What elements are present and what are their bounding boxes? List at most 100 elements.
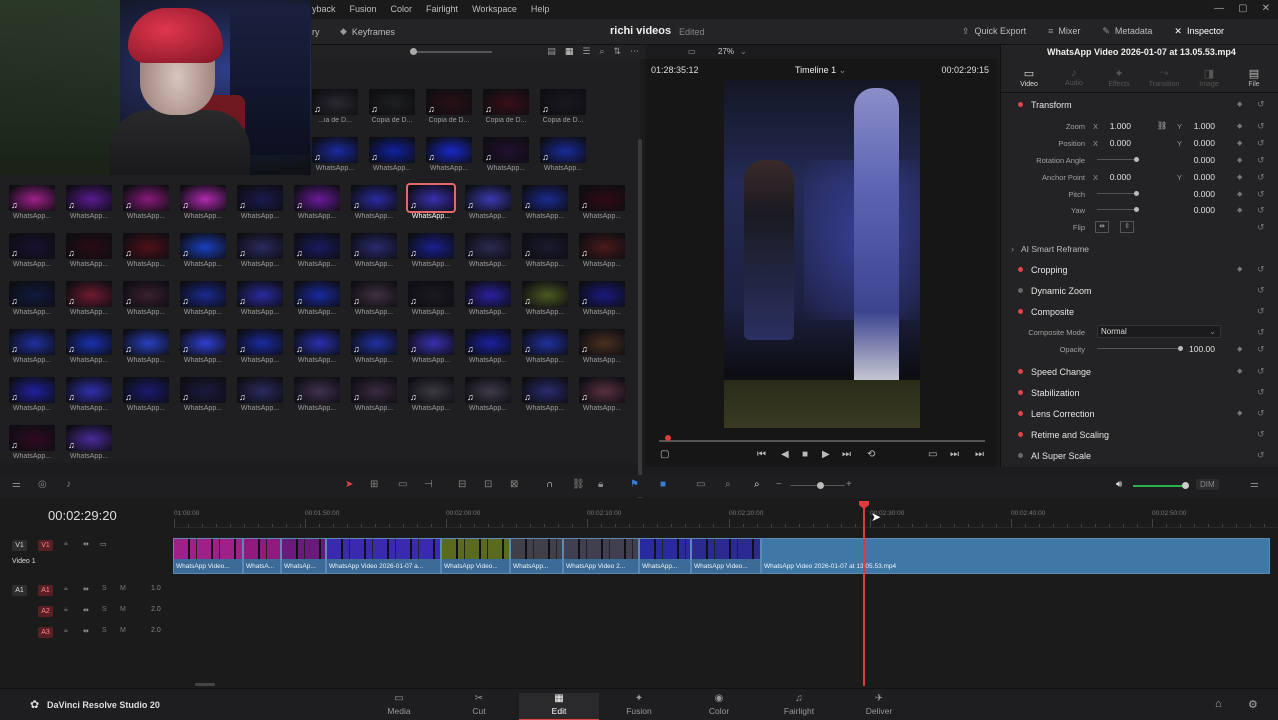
lock-icon[interactable]: 🔒︎ (64, 585, 68, 593)
auto-select-icon[interactable]: ⇹ (83, 540, 89, 548)
timeline-options-icon[interactable]: ⚌ (1250, 479, 1259, 490)
media-clip-thumbnail[interactable]: ♫ WhatsApp... (180, 281, 226, 318)
reset-icon[interactable]: ↺ (1257, 408, 1265, 419)
section-dynamic-zoom[interactable]: Dynamic Zoom ↺ (1001, 282, 1278, 302)
keyframe-icon[interactable]: ◆ (1237, 100, 1242, 108)
timeline-clip[interactable]: WhatsApp... (510, 538, 563, 574)
media-clip-thumbnail[interactable]: ♫ WhatsApp... (180, 185, 226, 222)
loop-icon[interactable]: ⟲ (867, 449, 875, 460)
media-clip-thumbnail[interactable]: ♫ WhatsApp... (465, 329, 511, 366)
reset-icon[interactable]: ↺ (1257, 155, 1265, 166)
media-clip-thumbnail[interactable]: ♫ WhatsApp... (66, 377, 112, 414)
page-tab-cut[interactable]: ✂ Cut (439, 693, 519, 716)
page-tab-media[interactable]: ▭ Media (359, 693, 439, 716)
media-clip-thumbnail[interactable]: ♫ WhatsApp... (66, 329, 112, 366)
keyframe-icon[interactable]: ◆ (1237, 409, 1242, 417)
timeline-zoom-knob[interactable] (817, 482, 824, 489)
zoom-in-icon[interactable]: + (846, 479, 852, 490)
media-clip-thumbnail[interactable]: ♫ WhatsApp... (9, 329, 55, 366)
page-tab-color[interactable]: ◉ Color (679, 693, 759, 716)
opacity-field[interactable]: 100.00 (1181, 344, 1215, 354)
keyframe-icon[interactable]: ◆ (1237, 206, 1242, 214)
section-ai-smart-reframe[interactable]: › AI Smart Reframe (1001, 240, 1278, 260)
playhead[interactable] (863, 504, 865, 686)
anchor-x-field[interactable]: 0.000 (1097, 172, 1131, 182)
close-icon[interactable]: ✕ (1262, 3, 1270, 14)
media-clip-thumbnail[interactable]: ♫ WhatsApp... (465, 233, 511, 270)
media-clip-thumbnail[interactable]: ♫ WhatsApp... (294, 329, 340, 366)
media-clip-thumbnail[interactable]: ♫ WhatsApp... (180, 329, 226, 366)
media-clip-thumbnail[interactable]: ♫ WhatsApp... (351, 233, 397, 270)
section-cropping[interactable]: Cropping ◆ ↺ (1001, 261, 1278, 281)
media-clip-thumbnail[interactable]: ♫ WhatsApp... (294, 233, 340, 270)
media-clip-thumbnail[interactable]: ♫ Copia de D... (483, 89, 529, 126)
lock-icon[interactable]: 🔒︎ (598, 479, 603, 490)
mute-button[interactable]: M (120, 585, 126, 592)
timeline-clip[interactable]: WhatsApp Video... (691, 538, 761, 574)
lock-icon[interactable]: 🔒︎ (64, 540, 68, 548)
yaw-field[interactable]: 0.000 (1181, 205, 1215, 215)
reset-icon[interactable]: ↺ (1257, 285, 1265, 296)
media-clip-thumbnail[interactable]: ♫ WhatsApp... (465, 377, 511, 414)
dest-track-a1[interactable]: A1 (38, 585, 53, 596)
pitch-field[interactable]: 0.000 (1181, 189, 1215, 199)
go-to-start-icon[interactable]: ⏮ (757, 449, 766, 460)
overwrite-clip-icon[interactable]: ⊡ (484, 479, 492, 490)
composite-mode-select[interactable]: Normal ⌄ (1097, 325, 1221, 338)
media-clip-thumbnail[interactable]: ♫ WhatsApp... (294, 281, 340, 318)
enable-dot[interactable] (1018, 390, 1023, 395)
viewer-scrub-handle[interactable] (665, 435, 671, 441)
media-clip-thumbnail[interactable]: ♫ WhatsApp... (9, 377, 55, 414)
enable-dot[interactable] (1018, 432, 1023, 437)
media-clip-thumbnail[interactable]: ♫ Copia de D... (369, 89, 415, 126)
media-clip-thumbnail[interactable]: ♫ WhatsApp... (66, 185, 112, 222)
keyframe-icon[interactable]: ◆ (1237, 156, 1242, 164)
media-clip-thumbnail[interactable]: ♫ WhatsApp... (312, 137, 358, 174)
play-icon[interactable]: ▶ (822, 449, 830, 460)
media-clip-thumbnail[interactable]: ♫ WhatsApp... (408, 329, 454, 366)
inspector-tab-transition[interactable]: ⤳ Transition (1144, 67, 1184, 88)
media-clip-thumbnail[interactable]: ♫ WhatsApp... (522, 185, 568, 222)
enable-dot[interactable] (1018, 309, 1023, 314)
enable-dot[interactable] (1018, 288, 1023, 293)
reset-icon[interactable]: ↺ (1257, 121, 1265, 132)
keyframe-icon[interactable]: ◆ (1237, 173, 1242, 181)
media-clip-thumbnail[interactable]: ♫ WhatsApp... (579, 377, 625, 414)
enable-dot[interactable] (1018, 267, 1023, 272)
maximize-icon[interactable]: ▢ (1238, 3, 1247, 14)
media-clip-thumbnail[interactable]: ♫ WhatsApp... (123, 377, 169, 414)
rotation-slider[interactable] (1097, 157, 1139, 162)
reset-icon[interactable]: ↺ (1257, 189, 1265, 200)
menu-item-fusion[interactable]: Fusion (350, 4, 377, 14)
menu-item-yback[interactable]: yback (312, 4, 336, 14)
dest-track-a2[interactable]: A2 (38, 606, 53, 617)
inspector-tab-video[interactable]: ▭ Video (1009, 67, 1049, 88)
media-clip-thumbnail[interactable]: ♫ WhatsApp... (540, 137, 586, 174)
media-clip-thumbnail[interactable]: ♫ WhatsApp... (579, 185, 625, 222)
media-clip-thumbnail[interactable]: ♫ WhatsApp... (351, 377, 397, 414)
home-icon[interactable]: ⌂ (1215, 698, 1222, 710)
list-view-icon[interactable]: ▤ (547, 46, 556, 57)
media-clip-thumbnail[interactable]: ♫ WhatsApp... (66, 425, 112, 462)
yaw-slider[interactable] (1097, 207, 1139, 212)
auto-select-icon[interactable]: ⇹ (83, 585, 89, 593)
menu-item-help[interactable]: Help (531, 4, 550, 14)
metadata-view-icon[interactable]: ☰ (582, 46, 590, 57)
trim-tool-icon[interactable]: ⊞ (370, 479, 378, 490)
video-frame[interactable] (724, 80, 920, 428)
last-frame-icon[interactable]: ⏭ (975, 449, 984, 460)
media-clip-thumbnail[interactable]: ♫ WhatsApp... (351, 329, 397, 366)
opacity-slider[interactable] (1097, 346, 1183, 351)
timeline-hscroll[interactable] (195, 683, 215, 686)
layout-icon[interactable]: ⚌ (12, 479, 21, 490)
position-x-field[interactable]: 0.000 (1097, 138, 1131, 148)
auto-select-icon[interactable]: ⇹ (83, 606, 89, 614)
media-clip-thumbnail[interactable]: ♫ WhatsApp... (237, 281, 283, 318)
media-clip-thumbnail[interactable]: ♫ WhatsApp... (9, 425, 55, 462)
media-clip-thumbnail[interactable]: ♫ WhatsApp... (66, 281, 112, 318)
timeline-clip[interactable]: WhatsApp Video... (173, 538, 243, 574)
media-clip-thumbnail[interactable]: ♫ WhatsApp... (522, 281, 568, 318)
source-track-v1[interactable]: V1 (12, 540, 27, 551)
page-tab-fairlight[interactable]: ♫ Fairlight (759, 693, 839, 716)
mute-button[interactable]: M (120, 606, 126, 613)
